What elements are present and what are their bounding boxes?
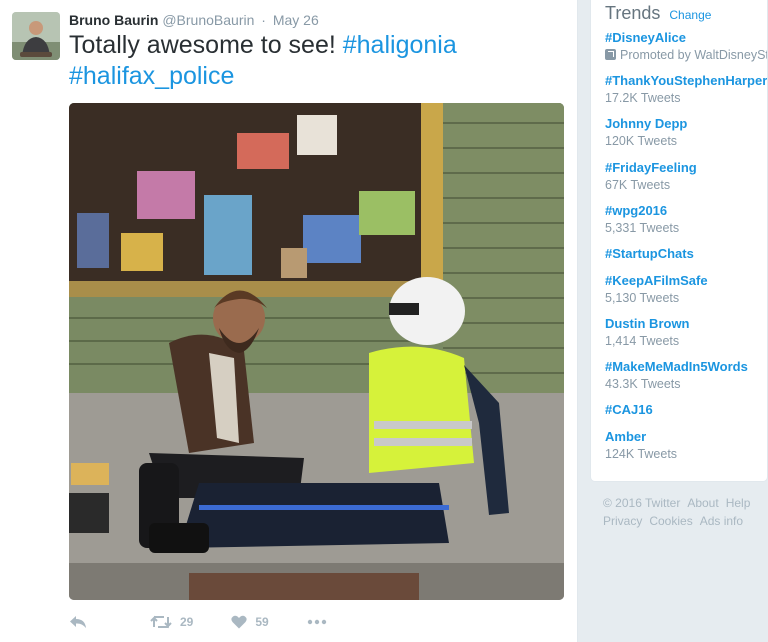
trend-name[interactable]: #DisneyAlice [605,30,767,46]
trend-meta: 5,331 Tweets [605,221,680,235]
retweet-icon [150,615,172,629]
retweet-count: 29 [180,615,194,629]
tweet-card: Bruno Baurin @BrunoBaurin · May 26 Total… [0,0,578,642]
footer: © 2016 Twitter About Help Privacy Cookies Ad… [603,494,768,530]
trends-heading: Trends Change [605,3,711,24]
tweet-actions: 29 59 [69,612,327,632]
tweet-header: Bruno Baurin @BrunoBaurin · May 26 [69,11,319,29]
trend-meta: 1,414 Tweets [605,334,680,348]
trend-item[interactable]: #DisneyAlice Promoted by WaltDisneyStudi… [605,30,768,63]
trend-promoted-text: Promoted by WaltDisneyStudios [620,48,768,62]
like-button[interactable]: 59 [231,615,269,629]
footer-cookies-link[interactable]: Cookies [649,514,692,528]
trend-meta: 120K Tweets [605,134,678,148]
trend-name[interactable]: #ThankYouStephenHarper [605,73,767,89]
author-name[interactable]: Bruno Baurin [69,12,158,28]
avatar[interactable] [12,12,60,60]
footer-ads-info-link[interactable]: Ads info [700,514,743,528]
footer-about-link[interactable]: About [687,496,718,510]
trend-item[interactable]: #FridayFeeling 67K Tweets [605,160,697,193]
trend-item[interactable]: #ThankYouStephenHarper 17.2K Tweets [605,73,767,106]
trends-change-link[interactable]: Change [669,8,711,22]
trends-panel: Trends Change #DisneyAlice Promoted by W… [590,0,768,482]
promoted-icon [605,49,616,60]
trend-name[interactable]: #wpg2016 [605,203,679,219]
retweet-button[interactable]: 29 [150,615,193,629]
heart-icon [231,615,247,629]
like-count: 59 [255,615,269,629]
tweet-text-body: Totally awesome to see! [69,31,343,59]
tweet-photo[interactable] [69,103,564,600]
reply-button[interactable] [69,615,87,629]
trend-item[interactable]: Dustin Brown 1,414 Tweets [605,316,690,349]
trend-name[interactable]: #FridayFeeling [605,160,697,176]
hashtag-halifax-police[interactable]: #halifax_police [69,62,234,90]
trend-name[interactable]: Johnny Depp [605,116,687,132]
trend-item[interactable]: #StartupChats [605,246,694,262]
trend-name[interactable]: Dustin Brown [605,316,690,332]
footer-copyright: © 2016 Twitter [603,496,681,510]
trend-name[interactable]: #KeepAFilmSafe [605,273,708,289]
trend-meta: 17.2K Tweets [605,91,681,105]
trend-meta: 124K Tweets [605,447,678,461]
trend-name[interactable]: #MakeMeMadIn5Words [605,359,748,375]
trend-meta: Promoted by WaltDisneyStudios [605,47,768,63]
trend-item[interactable]: #MakeMeMadIn5Words 43.3K Tweets [605,359,748,392]
trend-name[interactable]: #StartupChats [605,246,694,262]
reply-icon [70,616,86,628]
more-button[interactable] [307,619,327,625]
more-icon [307,619,326,625]
trend-item[interactable]: Johnny Depp 120K Tweets [605,116,687,149]
tweet-text: Totally awesome to see! #haligonia #halif… [69,30,569,92]
photo-illustration [69,103,564,600]
trend-name[interactable]: #CAJ16 [605,402,653,418]
trend-meta: 5,130 Tweets [605,291,680,305]
hashtag-haligonia[interactable]: #haligonia [343,31,457,59]
trend-meta: 43.3K Tweets [605,377,681,391]
trend-name[interactable]: Amber [605,429,677,445]
tweet-date[interactable]: May 26 [273,12,319,28]
footer-privacy-link[interactable]: Privacy [603,514,642,528]
trend-item[interactable]: Amber 124K Tweets [605,429,677,462]
trend-item[interactable]: #CAJ16 [605,402,653,418]
trend-item[interactable]: #wpg2016 5,331 Tweets [605,203,679,236]
trends-title: Trends [605,3,661,23]
trend-meta: 67K Tweets [605,178,671,192]
trend-item[interactable]: #KeepAFilmSafe 5,130 Tweets [605,273,708,306]
footer-help-link[interactable]: Help [726,496,751,510]
separator-dot: · [261,12,266,28]
avatar-image [12,12,60,60]
author-handle[interactable]: @BrunoBaurin [162,12,254,28]
